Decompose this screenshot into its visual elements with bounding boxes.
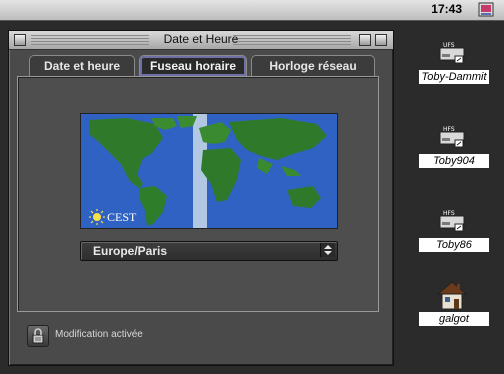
window-title: Date et Heure bbox=[163, 32, 239, 46]
svg-text:HFS: HFS bbox=[443, 126, 455, 133]
hard-disk-icon: HFS bbox=[439, 126, 465, 148]
house-icon bbox=[436, 281, 468, 310]
timezone-select-value: Europe/Paris bbox=[93, 244, 168, 258]
world-map[interactable]: CEST bbox=[80, 113, 338, 229]
menubar-clock[interactable]: 17:43 bbox=[431, 2, 462, 16]
desktop-icon-toby-dammit[interactable]: UFS Toby-Dammit bbox=[419, 36, 489, 96]
desktop-icon-galgot[interactable]: galgot bbox=[419, 278, 489, 338]
menu-bar: 17:43 bbox=[0, 0, 504, 21]
svg-text:HFS: HFS bbox=[443, 210, 455, 217]
tab-horloge-reseau[interactable]: Horloge réseau bbox=[251, 55, 375, 76]
hard-disk-icon: UFS bbox=[439, 42, 465, 64]
tab-pane-fuseau-horaire: CEST Europe/Paris bbox=[17, 76, 379, 312]
lock-icon[interactable] bbox=[27, 325, 49, 347]
desktop-icon-label: Toby86 bbox=[419, 238, 489, 252]
date-time-window: Date et Heure Date et heure Fuseau horai… bbox=[8, 30, 394, 366]
collapse-box[interactable] bbox=[375, 34, 387, 46]
timezone-abbrev: CEST bbox=[107, 210, 137, 224]
desktop-icon-label: galgot bbox=[419, 312, 489, 326]
desktop-icon-label: Toby-Dammit bbox=[419, 70, 489, 84]
modification-status: Modification activée bbox=[55, 329, 143, 340]
window-titlebar[interactable]: Date et Heure bbox=[9, 31, 393, 50]
updown-arrows-icon bbox=[320, 243, 335, 257]
zoom-box[interactable] bbox=[359, 34, 371, 46]
desktop-icon-label: Toby904 bbox=[419, 154, 489, 168]
tab-fuseau-horaire[interactable]: Fuseau horaire bbox=[139, 55, 247, 76]
tab-date-et-heure[interactable]: Date et heure bbox=[29, 55, 135, 76]
timezone-select[interactable]: Europe/Paris bbox=[80, 241, 338, 261]
control-panel-icon[interactable] bbox=[478, 2, 494, 17]
svg-text:UFS: UFS bbox=[443, 42, 455, 49]
desktop-icon-toby904[interactable]: HFS Toby904 bbox=[419, 120, 489, 180]
hard-disk-icon: HFS bbox=[439, 210, 465, 232]
desktop-icon-toby86[interactable]: HFS Toby86 bbox=[419, 204, 489, 264]
